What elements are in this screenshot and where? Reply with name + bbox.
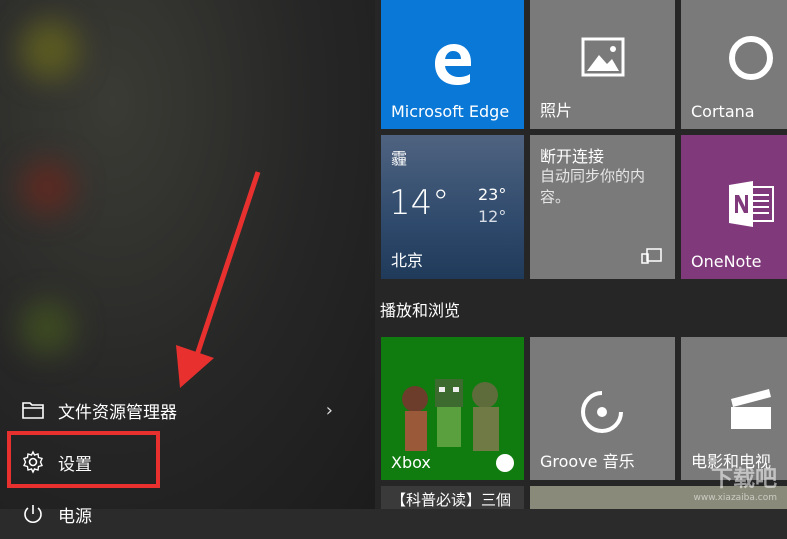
clapperboard-icon (727, 385, 775, 435)
tile-weather[interactable]: 霾 14° 23° 12° 北京 (381, 135, 524, 279)
disconnected-desc: 自动同步你的内容。 (540, 167, 646, 206)
tile-movies-tv[interactable]: 电影和电视 (681, 337, 787, 480)
watermark: 下载吧 www.xiazaiba.com (693, 461, 777, 503)
news-headline: 【科普必读】三個 (391, 491, 512, 509)
disconnected-title: 断开连接 (540, 147, 605, 166)
tile-label: Microsoft Edge (391, 102, 510, 121)
watermark-text: 下载吧 (710, 467, 777, 492)
tile-label: OneNote (691, 252, 762, 271)
weather-temp: 14° (389, 183, 450, 223)
onenote-icon (727, 179, 777, 233)
weather-city: 北京 (391, 251, 424, 270)
tile-label: Cortana (691, 102, 755, 121)
tile-disconnected[interactable]: 断开连接 自动同步你的内容。 (530, 135, 675, 279)
weather-high: 23° (478, 185, 507, 204)
section-title: 播放和浏览 (380, 301, 461, 320)
tile-news[interactable]: 【科普必读】三個 (381, 486, 524, 509)
cortana-icon (729, 36, 773, 80)
tile-photos[interactable]: 照片 (530, 0, 675, 129)
tile-label: Xbox (391, 453, 431, 472)
photo-icon (581, 37, 625, 81)
tablet-icon (641, 248, 663, 268)
groove-icon (579, 389, 625, 439)
tile-cortana[interactable]: Cortana (681, 0, 787, 129)
tile-label: Groove 音乐 (540, 452, 635, 471)
edge-icon (427, 36, 477, 86)
tile-groove-music[interactable]: Groove 音乐 (530, 337, 675, 480)
watermark-url: www.xiazaiba.com (693, 493, 777, 503)
red-arrow-annotation (176, 171, 261, 388)
tile-label: 照片 (540, 101, 573, 120)
weather-condition: 霾 (391, 149, 408, 168)
tile-xbox[interactable]: Xbox (381, 337, 524, 480)
start-menu-left-pane: 文件资源管理器 › 设置 电源 (0, 0, 375, 527)
tile-microsoft-edge[interactable]: Microsoft Edge (381, 0, 524, 129)
tile-onenote[interactable]: OneNote (681, 135, 787, 279)
xbox-logo-icon (496, 454, 514, 472)
weather-low: 12° (478, 207, 507, 226)
